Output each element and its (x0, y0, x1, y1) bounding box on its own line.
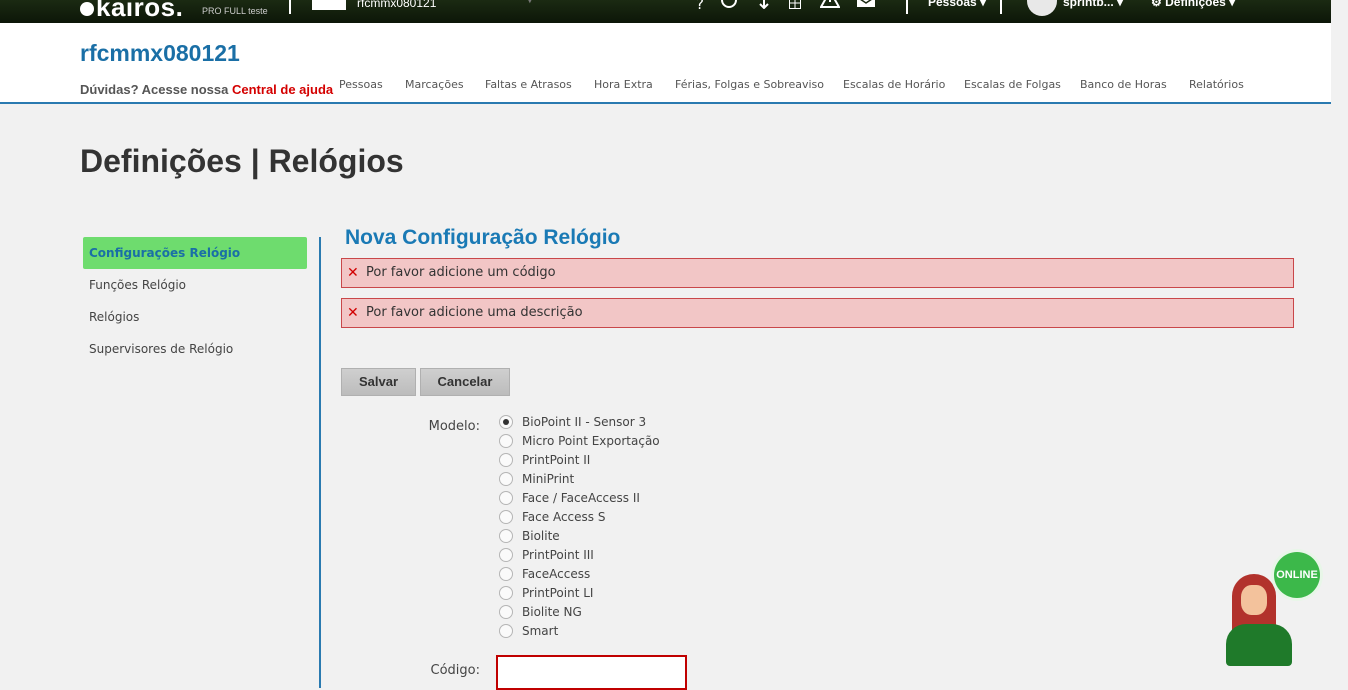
radio-label: Face / FaceAccess II (522, 491, 640, 505)
modelo-label: Modelo: (428, 419, 480, 434)
kairos-logo[interactable]: kairos. (80, 0, 183, 23)
radio-label: Face Access S (522, 510, 606, 524)
user-menu-label: sprintb... (1063, 0, 1114, 9)
radio-button[interactable] (499, 453, 513, 467)
error-icon: ✕ (347, 305, 359, 321)
user-menu[interactable]: sprintb... ▾ (1063, 0, 1123, 9)
sidebar-item-configuracoes-relogio[interactable]: Configurações Relógio (83, 237, 307, 269)
radio-label: BioPoint II - Sensor 3 (522, 415, 647, 429)
radio-label: FaceAccess (522, 567, 591, 581)
form-title: Nova Configuração Relógio (345, 226, 621, 249)
radio-label: PrintPoint LI (522, 586, 594, 600)
codigo-input[interactable] (496, 655, 687, 690)
radio-button[interactable] (499, 548, 513, 562)
topbar-divider (1000, 0, 1002, 14)
radio-label: MiniPrint (522, 472, 575, 486)
help-text: Dúvidas? Acesse nossa Central de ajuda (80, 82, 333, 97)
radio-button[interactable] (499, 415, 513, 429)
help-prefix: Dúvidas? Acesse nossa (80, 82, 229, 97)
radio-button[interactable] (499, 491, 513, 505)
calculator-icon[interactable] (788, 0, 802, 13)
logo-mark-icon (80, 2, 94, 17)
sidebar-item-relogios[interactable]: Relógios (83, 301, 307, 333)
nav-banco-horas[interactable]: Banco de Horas (1080, 78, 1167, 91)
error-text: Por favor adicione um código (366, 265, 556, 280)
radio-label: Micro Point Exportação (522, 434, 660, 448)
pessoas-menu[interactable]: Pessoas ▾ (928, 0, 986, 9)
company-title: rfcmmx080121 (80, 40, 240, 66)
logo-text: kairos. (96, 0, 184, 22)
settings-menu-label: Definições (1165, 0, 1226, 9)
company-selector[interactable]: rfcmmx080121 (357, 0, 436, 10)
radio-button[interactable] (499, 624, 513, 638)
error-message: ✕ Por favor adicione um código (341, 258, 1294, 288)
nav-ferias-folgas[interactable]: Férias, Folgas e Sobreaviso (675, 78, 824, 91)
sidebar-item-funcoes-relogio[interactable]: Funções Relógio (83, 269, 307, 301)
online-badge[interactable]: ONLINE (1274, 552, 1320, 598)
caret-down-icon: ▾ (1229, 0, 1236, 9)
cloud-download-icon[interactable] (752, 0, 776, 13)
radio-button[interactable] (499, 472, 513, 486)
caret-down-icon: ▾ (980, 0, 987, 9)
company-caret-icon[interactable]: ▼ (526, 0, 534, 5)
help-center-link[interactable]: Central de ajuda (232, 82, 333, 97)
help-icon[interactable]: ? (696, 0, 704, 13)
topbar-divider (906, 0, 908, 14)
radio-button[interactable] (499, 567, 513, 581)
agent-avatar-face (1241, 585, 1267, 615)
caret-down-icon: ▾ (1117, 0, 1124, 9)
nav-hora-extra[interactable]: Hora Extra (594, 78, 653, 91)
nav-faltas-atrasos[interactable]: Faltas e Atrasos (485, 78, 572, 91)
sidebar-item-supervisores-relogio[interactable]: Supervisores de Relógio (83, 333, 307, 365)
codigo-label: Código: (430, 663, 480, 678)
nav-pessoas[interactable]: Pessoas (339, 78, 383, 91)
radio-label: PrintPoint II (522, 453, 591, 467)
agent-avatar-body (1226, 624, 1292, 666)
nav-escalas-folgas[interactable]: Escalas de Folgas (964, 78, 1061, 91)
save-button[interactable]: Salvar (341, 368, 416, 396)
error-text: Por favor adicione uma descrição (366, 305, 583, 320)
error-icon: ✕ (347, 265, 359, 281)
nav-relatorios[interactable]: Relatórios (1189, 78, 1244, 91)
error-message: ✕ Por favor adicione uma descrição (341, 298, 1294, 328)
nav-escalas-horario[interactable]: Escalas de Horário (843, 78, 945, 91)
radio-button[interactable] (499, 605, 513, 619)
radio-button[interactable] (499, 510, 513, 524)
radio-label: PrintPoint III (522, 548, 594, 562)
page-title: Definições | Relógios (80, 143, 404, 179)
chat-icon[interactable] (720, 0, 738, 13)
nav-marcacoes[interactable]: Marcações (405, 78, 464, 91)
cancel-button[interactable]: Cancelar (420, 368, 510, 396)
radio-label: Smart (522, 624, 559, 638)
avatar[interactable] (1027, 0, 1057, 16)
logo-subtitle: PRO FULL teste (202, 6, 268, 16)
topbar-divider (289, 0, 291, 14)
settings-menu[interactable]: ⚙ Definições ▾ (1151, 0, 1235, 9)
radio-label: Biolite NG (522, 605, 582, 619)
warning-icon[interactable] (819, 0, 841, 13)
page-header: rfcmmx080121 Dúvidas? Acesse nossa Centr… (0, 23, 1331, 104)
radio-button[interactable] (499, 434, 513, 448)
radio-label: Biolite (522, 529, 560, 543)
sidebar-divider (319, 237, 321, 688)
top-bar: kairos. PRO FULL teste rfcmmx080121 ▼ ? … (0, 0, 1331, 23)
pessoas-menu-label: Pessoas (928, 0, 977, 9)
online-chat-widget[interactable]: ONLINE (1222, 552, 1322, 668)
mail-icon[interactable] (856, 0, 876, 13)
gear-icon: ⚙ (1151, 0, 1162, 9)
radio-button[interactable] (499, 586, 513, 600)
radio-button[interactable] (499, 529, 513, 543)
company-icon[interactable] (312, 0, 346, 10)
